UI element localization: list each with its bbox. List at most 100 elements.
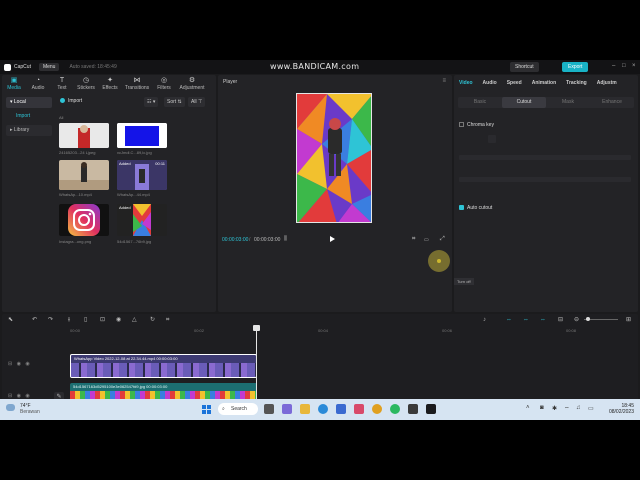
filter-all-button[interactable]: All ⊤ [188,97,206,107]
intensity-slider-disabled [459,155,631,160]
linkage-icon[interactable]: ⇔ [540,316,546,324]
markers-icon[interactable]: ⫼ [284,236,287,243]
edge-icon[interactable] [318,404,328,414]
wifi-icon[interactable]: ⌔ [564,405,570,413]
task-view-icon[interactable] [264,404,274,414]
time-separator: / [249,237,251,243]
preview-axis-icon[interactable]: ⊟ [558,316,563,324]
menu-button[interactable]: Menu [38,63,60,71]
media-item[interactable] [59,204,109,236]
close-icon[interactable]: × [632,63,638,69]
bluetooth-icon[interactable]: ✱ [552,405,557,412]
undo-icon[interactable]: ↶ [32,316,37,324]
fit-screen-icon[interactable]: ⌗ [412,236,415,243]
split-icon[interactable]: ⫲ [68,316,70,324]
export-button[interactable]: Export [562,62,589,72]
crop-frame-icon[interactable]: ⊡ [100,316,105,324]
sidebar-item-import[interactable]: Import [6,111,52,122]
tab-adjustment[interactable]: ⚙ Adjustment [176,75,208,93]
file-explorer-icon[interactable] [300,404,310,414]
tab-text[interactable]: T Text [50,75,74,93]
tab-audio[interactable]: ◔ Audio [26,75,50,93]
record-icon[interactable]: ◉ [116,316,121,324]
chevron-up-icon[interactable]: ˄ [526,405,530,411]
view-toggle-icon[interactable]: ☷ ▾ [144,97,159,107]
sidebar-item-library[interactable]: ▸ Library [6,125,52,136]
ratio-icon[interactable]: ▭ [424,237,429,243]
search-label: Search [231,406,247,412]
sidebar-item-local[interactable]: ▾ Local [6,97,52,108]
auto-cutout-checkbox[interactable] [459,205,464,211]
track-lock-icon[interactable]: ⊟ [8,361,12,367]
tab-effects[interactable]: ✦ Effects [98,75,122,93]
media-item-label: 24165203...24 Ljpeg [59,150,96,155]
zoom-out-icon[interactable]: ⊖ [574,316,579,324]
tray-app-icon[interactable]: ◙ [540,405,544,411]
tab-media[interactable]: ▣ Media [2,75,26,93]
delete-icon[interactable]: ▯ [84,316,87,324]
chat-icon[interactable] [282,404,292,414]
subtab-mask[interactable]: Mask [546,97,590,108]
overlay-video-clip[interactable]: WhatsApp Video 2022-12-08 at 22.34.44.mp… [70,354,257,378]
ruler-tick: 00:02 [194,328,205,333]
autosave-status: Auto saved: 18:45:49 [69,64,117,70]
capcut-taskbar-icon[interactable] [426,404,436,414]
zoom-fit-icon[interactable]: ⊞ [626,316,631,324]
start-button[interactable] [202,405,211,414]
mouse-cursor-highlight [428,250,450,272]
chrome-icon[interactable] [372,404,382,414]
redo-icon[interactable]: ↷ [48,316,53,324]
tab-animation[interactable]: Animation [532,80,556,86]
subtab-cutout[interactable]: Cutout [502,97,546,108]
track-audio-icon[interactable]: ◉ [25,361,29,367]
select-cursor-icon[interactable]: ⬉ [8,316,13,324]
tab-filters[interactable]: ◎ Filters [152,75,176,93]
app-icon[interactable] [408,404,418,414]
main-track-magnet-icon[interactable]: ⇔ [506,316,512,324]
capcut-logo-icon [4,63,11,71]
battery-icon[interactable]: ▭ [588,405,594,412]
import-button[interactable]: Import [60,98,82,104]
tab-video[interactable]: Video [459,80,473,86]
tab-transitions[interactable]: ⋈ Transitions [122,75,152,93]
fullscreen-icon[interactable]: ⤢ [440,236,445,243]
tab-tracking[interactable]: Tracking [566,80,587,86]
mirror-icon[interactable]: △ [132,316,137,324]
store-icon[interactable] [336,404,346,414]
media-item[interactable]: Added 00:11 [117,160,167,190]
media-item[interactable]: Added [117,204,167,236]
weather-widget[interactable]: 74°F Berawan [6,403,40,415]
menu-icon[interactable]: ≡ [442,78,446,84]
play-button[interactable] [330,236,335,242]
volume-icon[interactable]: ♫ [576,405,581,411]
auto-snapping-icon[interactable]: ⇔ [523,316,529,324]
track-visibility-icon[interactable]: ◉ [17,361,21,367]
spotify-icon[interactable] [390,404,400,414]
zoom-slider-handle[interactable] [586,317,590,321]
taskbar-search[interactable]: ⌕ Search [218,403,258,415]
app-icon[interactable] [354,404,364,414]
sort-button[interactable]: Sort ⇅ [164,97,185,107]
chroma-key-checkbox[interactable] [459,122,464,128]
timeline-ruler[interactable]: 00:00 00:02 00:04 00:06 00:08 [70,328,638,336]
minimize-icon[interactable]: – [612,63,618,69]
rotate-icon[interactable]: ↻ [150,316,155,324]
title-bar: CapCut Menu Auto saved: 18:45:49 www.BAN… [0,60,640,74]
tab-adjustment-prop[interactable]: Adjustm [597,80,617,86]
tab-stickers[interactable]: ◷ Stickers [74,75,98,93]
subtab-enhance[interactable]: Enhance [590,97,634,108]
microphone-icon[interactable]: ♪ [483,316,486,324]
maximize-icon[interactable]: □ [622,63,628,69]
tab-speed[interactable]: Speed [507,80,522,86]
media-item[interactable] [59,123,109,148]
clock[interactable]: 18:45 08/02/2023 [609,403,634,415]
crop-icon[interactable]: ⌗ [166,316,169,324]
tab-audio-prop[interactable]: Audio [483,80,497,86]
media-item[interactable] [59,160,109,190]
chroma-key-row[interactable]: Chroma key [459,122,494,128]
auto-cutout-row[interactable]: Auto cutout [459,205,492,211]
subtab-basic[interactable]: Basic [458,97,502,108]
media-item[interactable] [117,123,167,148]
shortcut-button[interactable]: Shortcut [510,62,539,72]
video-preview[interactable] [296,93,372,223]
